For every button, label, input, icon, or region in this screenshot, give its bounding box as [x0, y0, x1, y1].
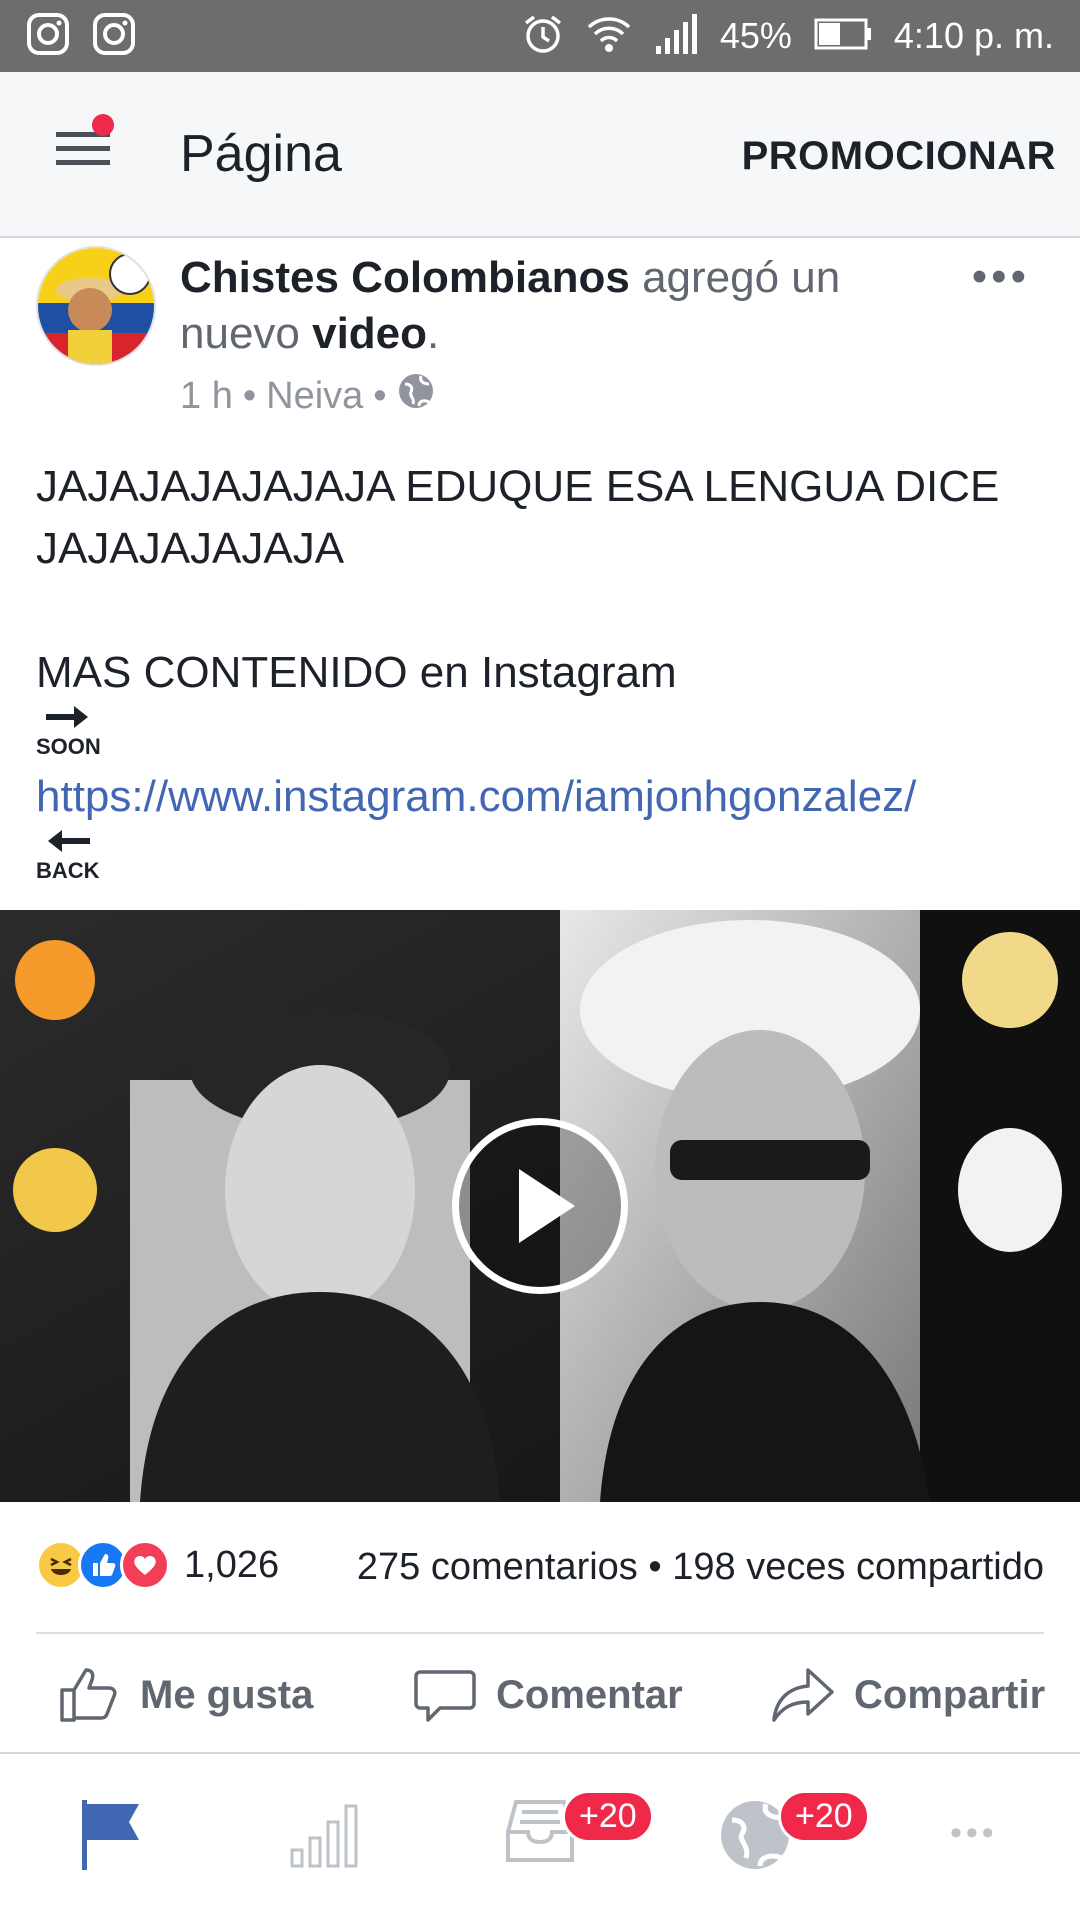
comment-icon	[414, 1670, 476, 1722]
status-bar: 45% 4:10 p. m.	[0, 0, 1080, 72]
reactions-summary[interactable]: 1,026	[36, 1540, 279, 1590]
battery-icon	[814, 18, 872, 55]
flag-icon	[82, 1800, 139, 1870]
share-label: Compartir	[854, 1672, 1046, 1717]
signal-icon	[654, 13, 698, 59]
page-avatar[interactable]	[36, 246, 156, 366]
notifications-badge: +20	[778, 1790, 870, 1843]
reaction-count: 1,026	[184, 1543, 280, 1586]
wifi-icon	[586, 13, 632, 60]
left-arrow-icon	[47, 830, 90, 852]
post-location[interactable]: Neiva	[266, 375, 363, 418]
post-headline: Chistes Colombianos agregó un nuevo vide…	[180, 250, 940, 362]
back-arrow-emoji: BACK	[36, 828, 100, 883]
post-text-line: MAS CONTENIDO en Instagram	[36, 648, 677, 697]
nav-page-tab[interactable]	[80, 1798, 142, 1877]
meta-separator: •	[373, 374, 387, 417]
instagram-link[interactable]: https://www.instagram.com/iamjonhgonzale…	[36, 766, 1046, 828]
object-link[interactable]: video	[312, 309, 427, 358]
thumbs-up-icon	[60, 1668, 117, 1722]
post-time[interactable]: 1 h	[180, 375, 233, 418]
nav-more-tab[interactable]: •••	[950, 1814, 998, 1853]
love-reaction-icon	[120, 1540, 170, 1590]
comments-count[interactable]: 275 comentarios	[357, 1546, 638, 1588]
globe-icon	[397, 372, 435, 420]
page-title: Página	[180, 125, 342, 183]
bottom-navigation: +20 +20 •••	[0, 1754, 1080, 1920]
post-options-button[interactable]: •••	[972, 252, 1030, 302]
author-name[interactable]: Chistes Colombianos	[180, 253, 630, 302]
comment-label: Comentar	[496, 1672, 683, 1717]
right-arrow-icon	[46, 706, 89, 728]
share-icon	[772, 1668, 834, 1722]
like-label: Me gusta	[140, 1672, 314, 1717]
play-icon	[519, 1169, 575, 1243]
battery-percent: 45%	[719, 15, 792, 56]
video-player[interactable]	[0, 910, 1080, 1502]
stats-separator: •	[648, 1546, 662, 1588]
instagram-notification-icon	[26, 12, 70, 61]
instagram-notification-icon	[92, 12, 136, 61]
app-bar: Página PROMOCIONAR	[0, 72, 1080, 238]
menu-button[interactable]	[54, 114, 114, 184]
soon-arrow-emoji: SOON	[36, 704, 101, 759]
shares-count[interactable]: 198 veces compartido	[672, 1546, 1044, 1588]
bar-chart-icon	[290, 1804, 358, 1868]
alarm-icon	[522, 13, 564, 60]
post-text-line: JAJAJAJAJAJAJA EDUQUE ESA LENGUA DICE JA…	[36, 462, 1000, 573]
period: .	[427, 309, 440, 358]
back-label: BACK	[36, 858, 100, 883]
post-meta: 1 h • Neiva •	[180, 372, 435, 420]
divider	[36, 1632, 1044, 1634]
share-button[interactable]: Compartir	[772, 1666, 1045, 1724]
engagement-stats: 275 comentarios • 198 veces compartido	[357, 1546, 1044, 1589]
notification-dot	[92, 114, 114, 136]
play-button[interactable]	[452, 1118, 628, 1294]
inbox-badge: +20	[562, 1790, 654, 1843]
comment-button[interactable]: Comentar	[414, 1666, 683, 1724]
promote-button[interactable]: PROMOCIONAR	[742, 134, 1056, 179]
nav-insights-tab[interactable]	[290, 1798, 360, 1873]
soon-label: SOON	[36, 734, 101, 759]
clock: 4:10 p. m.	[893, 15, 1054, 56]
meta-separator: •	[242, 374, 257, 417]
like-button[interactable]: Me gusta	[58, 1666, 313, 1724]
post-body: JAJAJAJAJAJAJA EDUQUE ESA LENGUA DICE JA…	[36, 456, 1046, 890]
